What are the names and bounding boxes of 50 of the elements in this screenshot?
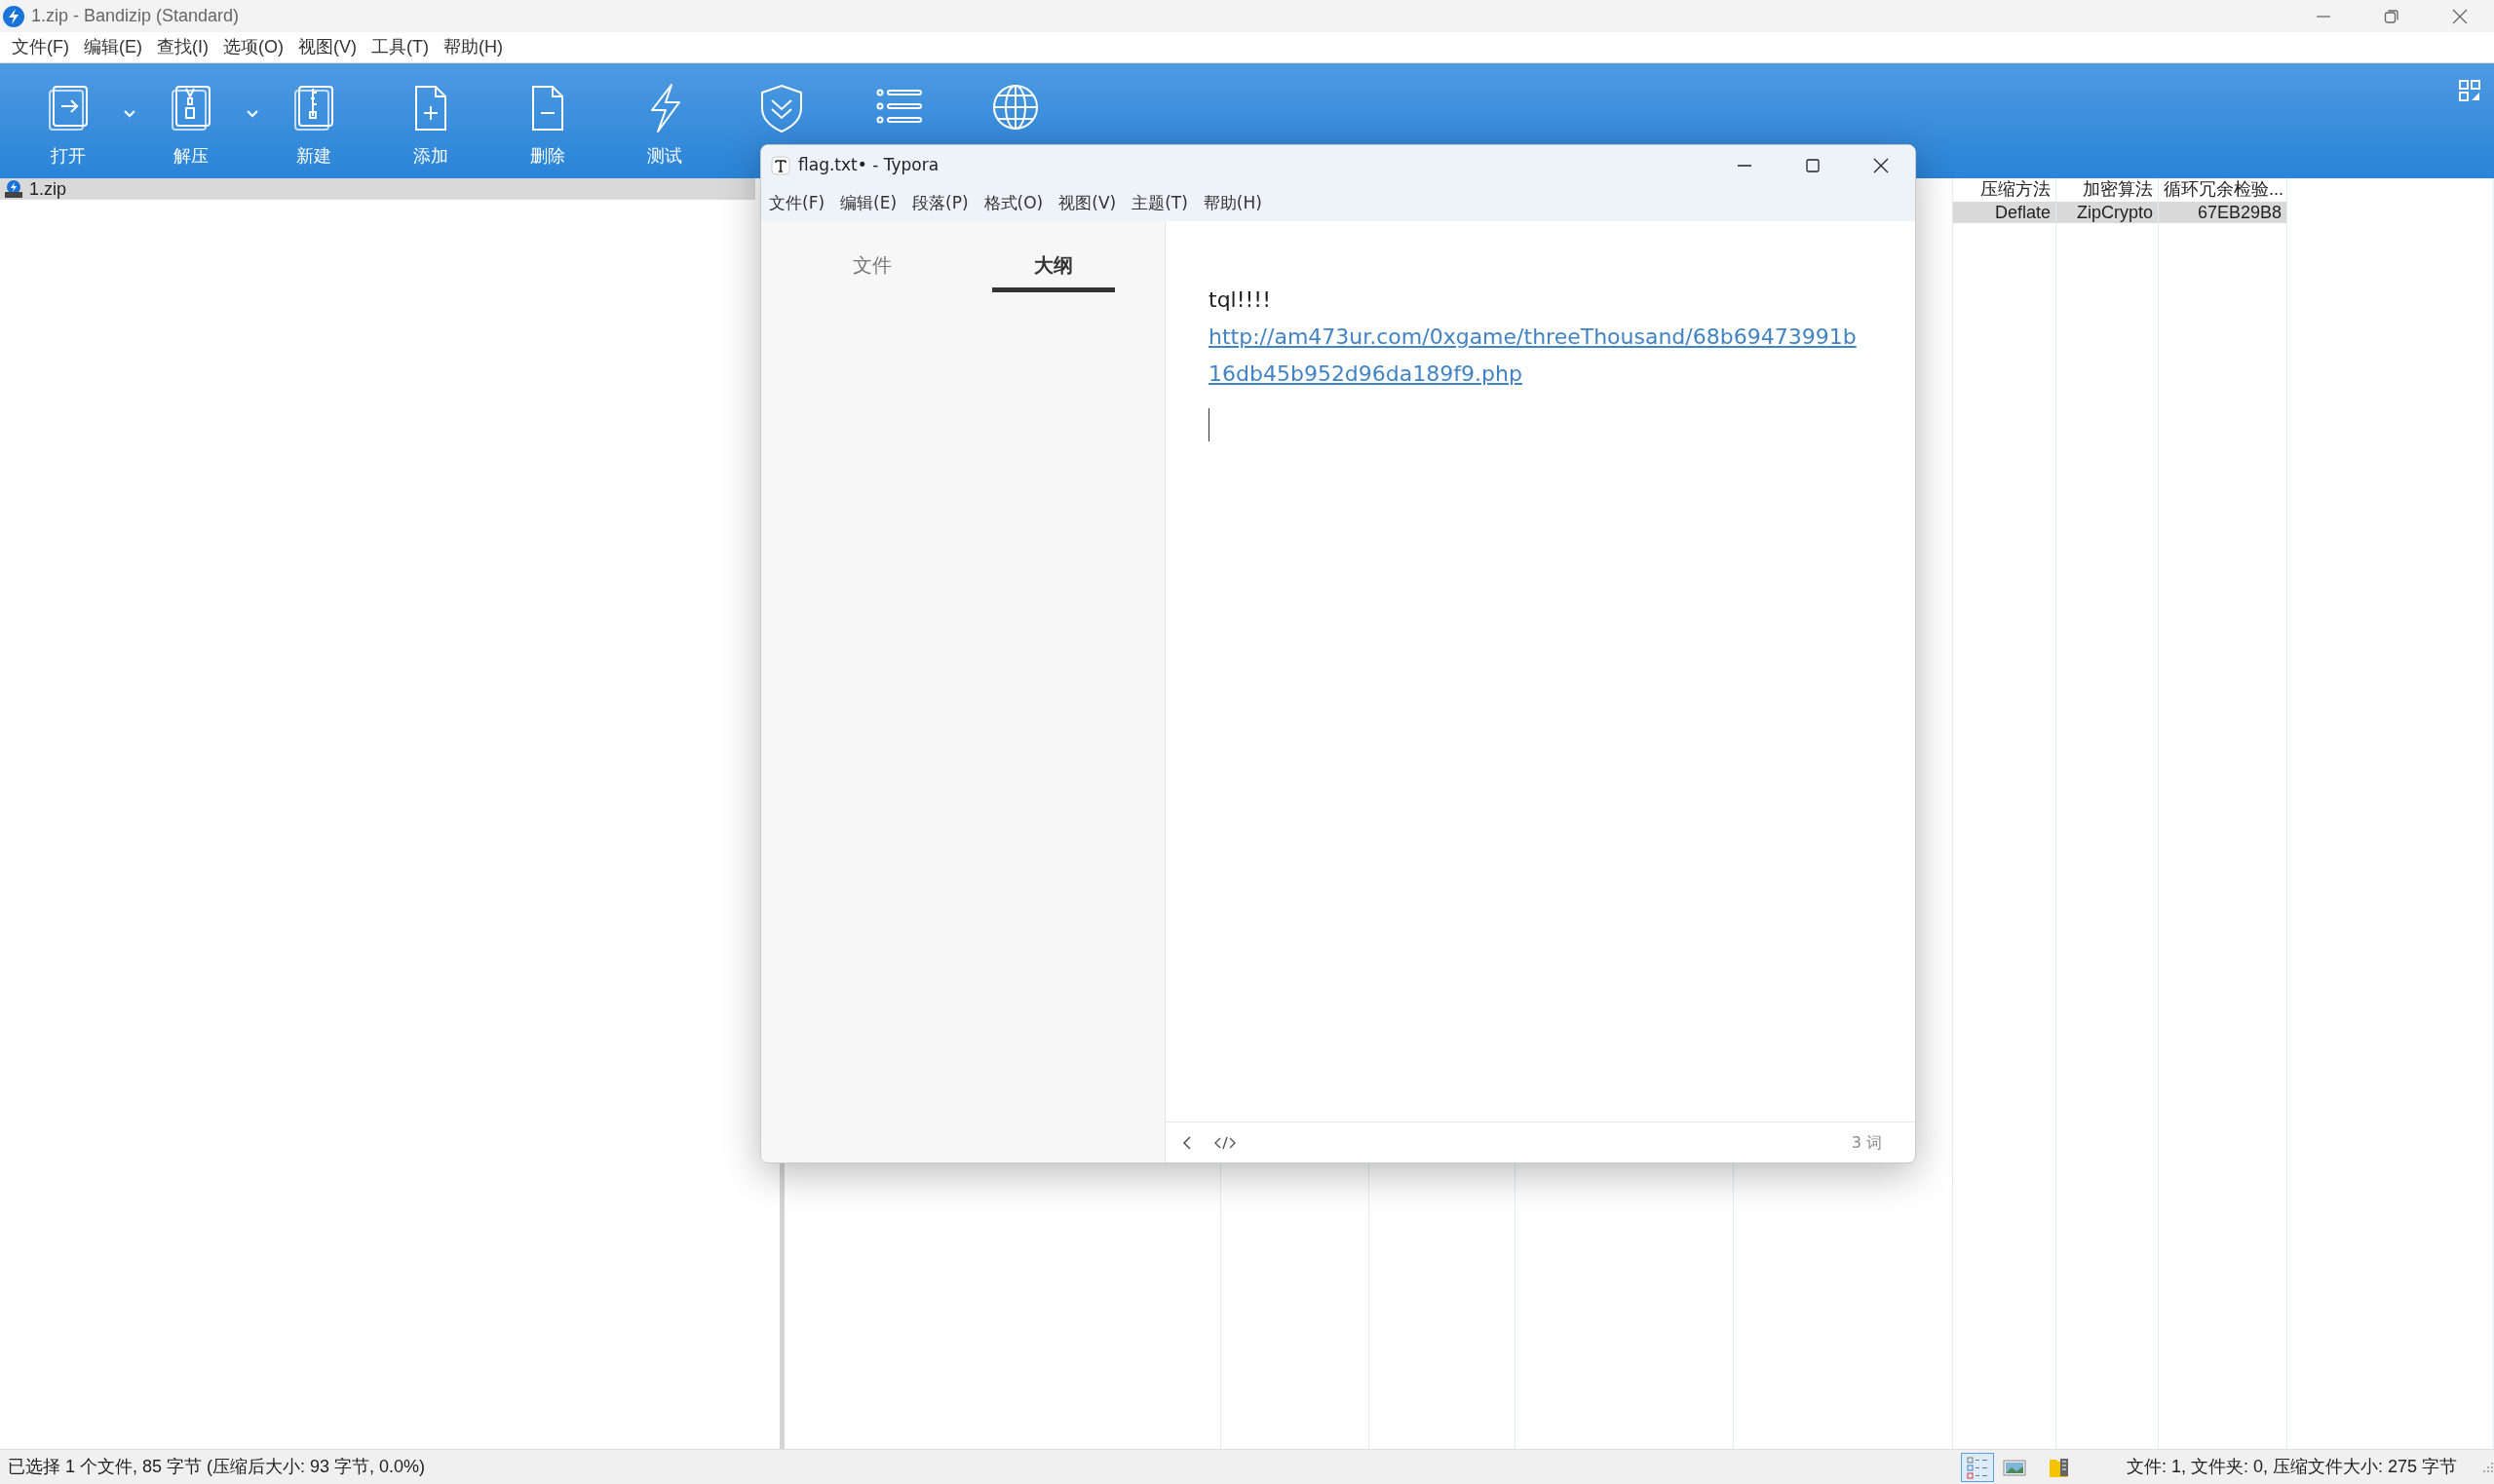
minimize-icon [2316, 15, 2331, 18]
menu-item[interactable]: 工具(T) [367, 34, 440, 60]
menu-item[interactable]: 文件(F) [8, 34, 80, 60]
paragraph: tql!!!! [1209, 286, 1272, 314]
toolbar-button[interactable]: 测试 [616, 63, 713, 170]
menu-item[interactable]: 编辑(E) [836, 191, 909, 216]
table-cell: 67EB29B8 [2159, 202, 2287, 223]
details-view-icon [1965, 1455, 1989, 1479]
menu-item[interactable]: 视图(V) [294, 34, 367, 60]
resize-grip-icon [2480, 1460, 2494, 1474]
menu-item[interactable]: 帮助(H) [439, 34, 514, 60]
code-icon [1214, 1134, 1236, 1151]
restore-icon [2384, 8, 2399, 24]
chevron-left-icon [1181, 1134, 1193, 1151]
toolbar-button[interactable]: 解压 [142, 63, 240, 170]
menu-item[interactable]: 主题(T) [1128, 191, 1200, 216]
menu-item[interactable]: 段落(P) [908, 191, 980, 216]
close-icon [1873, 158, 1889, 173]
table-cell: Deflate [1953, 202, 2056, 223]
caret-icon [123, 109, 136, 120]
archive-summary: 文件: 1, 文件夹: 0, 压缩文件大小: 275 字节 [2126, 1456, 2457, 1478]
window-title: flag.txt• - Typora [798, 154, 940, 177]
menu-item[interactable]: 视图(V) [1055, 191, 1129, 216]
grid-icon [2459, 80, 2480, 102]
toolbar-button[interactable]: 打开 [19, 63, 117, 170]
toolbar-button[interactable]: 添加 [382, 63, 480, 170]
table-cell: ZipCrypto [2056, 202, 2159, 223]
menu-item[interactable]: 选项(O) [219, 34, 294, 60]
link[interactable]: http://am473ur.com/0xgame/threeThousand/68b69473991b16db45b952d96da189f9.php [1209, 319, 1863, 393]
toolbar-button[interactable]: 删除 [499, 63, 596, 170]
tree-item[interactable]: 1.zip [0, 178, 755, 200]
menu-item[interactable]: 查找(I) [153, 34, 219, 60]
minimize-icon [1737, 165, 1752, 167]
window-title: 1.zip - Bandizip (Standard) [31, 5, 241, 27]
menu-item[interactable]: 编辑(E) [80, 34, 153, 60]
close-icon [2452, 8, 2468, 24]
app-logo-icon [771, 156, 790, 175]
sidebar-tab[interactable]: 文件 [811, 250, 934, 292]
layout-button[interactable] [2459, 77, 2480, 103]
sidebar-tab[interactable]: 大纲 [992, 250, 1115, 292]
maximize-icon [1805, 158, 1821, 173]
toolbar-button[interactable]: 新建 [265, 63, 363, 170]
status-text: 已选择 1 个文件, 85 字节 (压缩后大小: 93 字节, 0.0%) [8, 1456, 427, 1478]
word-count: 3 词 [1851, 1131, 1882, 1154]
menu-item[interactable]: 帮助(H) [1199, 191, 1274, 216]
view-button[interactable] [1960, 1452, 1994, 1482]
menu-item[interactable]: 文件(F) [765, 191, 837, 216]
menu-item[interactable]: 格式(O) [979, 191, 1055, 216]
caret-icon [246, 109, 259, 120]
zip-file-icon [4, 179, 23, 199]
